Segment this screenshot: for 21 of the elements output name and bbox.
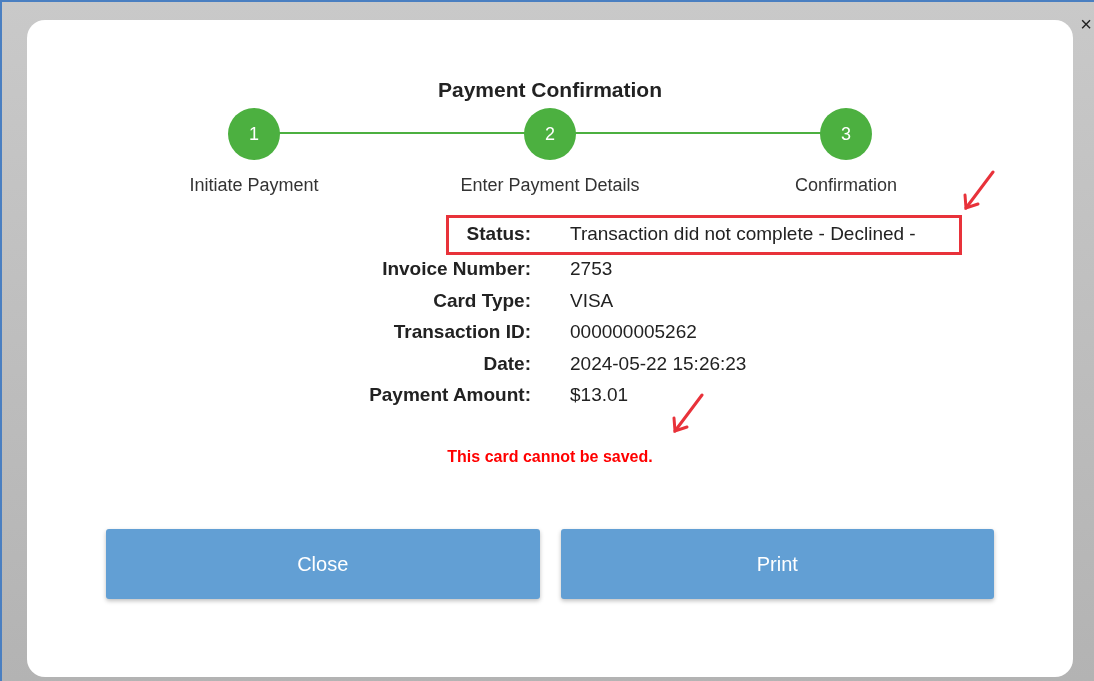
annotation-arrow-icon — [962, 170, 996, 212]
detail-value: $13.01 — [570, 383, 629, 407]
detail-label: Status: — [465, 221, 531, 246]
detail-label: Transaction ID: — [392, 320, 531, 344]
detail-value: 000000005262 — [570, 320, 697, 344]
detail-value: VISA — [570, 288, 614, 313]
dialog-title: Payment Confirmation — [437, 77, 663, 103]
close-icon[interactable]: × — [1080, 14, 1092, 34]
detail-value: 2024-05-22 15:26:23 — [570, 351, 747, 376]
detail-value: Transaction did not complete - Declined - — [570, 221, 916, 246]
dialog-button[interactable]: Close — [106, 529, 540, 599]
error-message: This card cannot be saved. — [447, 447, 653, 467]
detail-value: 2753 — [570, 257, 613, 281]
step-label: Confirmation — [794, 174, 897, 196]
detail-label: Card Type: — [432, 288, 531, 313]
detail-label: Invoice Number: — [381, 257, 531, 281]
detail-label: Payment Amount: — [368, 383, 531, 407]
dialog-button[interactable]: Print — [560, 529, 994, 599]
step-label: Enter Payment Details — [460, 174, 640, 196]
detail-label: Date: — [482, 351, 531, 376]
step-label: Initiate Payment — [189, 174, 319, 196]
